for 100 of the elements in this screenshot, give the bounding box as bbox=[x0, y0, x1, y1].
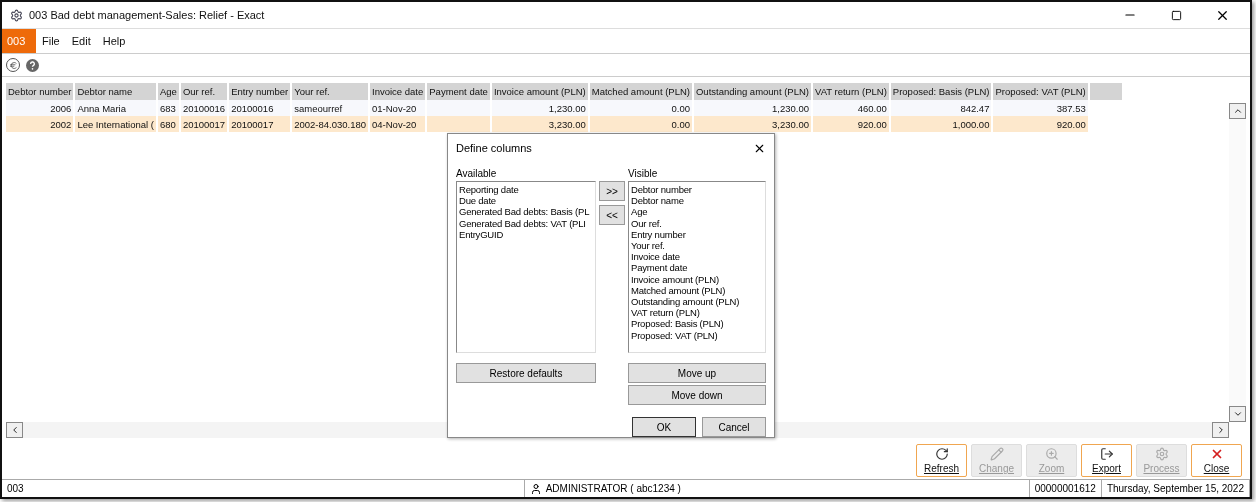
table-cell: 20100017 bbox=[229, 116, 291, 132]
table-cell: 920.00 bbox=[813, 116, 889, 132]
scroll-left-button[interactable] bbox=[6, 422, 23, 438]
scroll-right-button[interactable] bbox=[1212, 422, 1229, 438]
status-company: 003 bbox=[2, 480, 525, 497]
table-cell: 01-Nov-20 bbox=[370, 100, 426, 116]
refresh-button[interactable]: Refresh bbox=[916, 444, 967, 477]
list-item[interactable]: VAT return (PLN) bbox=[631, 307, 763, 319]
column-header[interactable]: Invoice amount (PLN) bbox=[491, 83, 588, 100]
list-item[interactable]: Proposed: VAT (PLN) bbox=[631, 329, 763, 341]
add-button[interactable]: >> bbox=[599, 181, 625, 201]
column-header[interactable]: VAT return (PLN) bbox=[813, 83, 889, 100]
restore-defaults-button[interactable]: Restore defaults bbox=[456, 363, 596, 383]
list-label: Visible bbox=[628, 168, 659, 179]
list-item[interactable]: Generated Bad debts: Basis (PL bbox=[459, 206, 593, 218]
table-cell: 20100016 bbox=[180, 100, 228, 116]
column-header[interactable]: Proposed: VAT (PLN) bbox=[993, 83, 1088, 100]
ok-button[interactable]: OK bbox=[632, 417, 696, 437]
gear-icon bbox=[10, 8, 23, 22]
move-down-button[interactable]: Move down bbox=[628, 385, 766, 405]
window-title: 003 Bad debt management-Sales: Relief - Exact bbox=[29, 9, 266, 21]
move-up-button[interactable]: Move up bbox=[628, 363, 766, 383]
table-cell: 1,230.00 bbox=[491, 100, 588, 116]
list-item[interactable]: Payment date bbox=[631, 262, 763, 274]
user-icon bbox=[529, 482, 542, 495]
refresh-icon bbox=[934, 447, 949, 461]
table-cell: 387.53 bbox=[993, 100, 1088, 116]
close-button[interactable]: Close bbox=[1191, 444, 1242, 477]
table-cell: 1,230.00 bbox=[694, 100, 811, 116]
scroll-down-button[interactable] bbox=[1229, 406, 1246, 422]
menu-item[interactable]: Edit bbox=[65, 29, 97, 53]
column-header[interactable]: Proposed: Basis (PLN) bbox=[890, 83, 992, 100]
table-cell bbox=[427, 100, 490, 116]
column-header[interactable]: Our ref. bbox=[180, 83, 228, 100]
maximize-icon bbox=[1170, 9, 1182, 21]
dialog-title: Define columns bbox=[456, 142, 532, 154]
table-cell: sameourref bbox=[292, 100, 369, 116]
table-row[interactable]: 2006 Anna Maria 683 20100016 20100016 sameourref 01-Nov-20 1,230.00 0.00 1,230.00 460.00 842.47 387.53 bbox=[6, 100, 1122, 116]
list-item[interactable]: Outstanding amount (PLN) bbox=[631, 296, 763, 308]
export-button[interactable]: Export bbox=[1081, 444, 1132, 477]
export-icon bbox=[1099, 447, 1114, 461]
remove-button[interactable]: << bbox=[599, 205, 625, 225]
table-cell: 1,000.00 bbox=[890, 116, 992, 132]
gear-icon bbox=[1154, 447, 1169, 461]
table-cell bbox=[427, 116, 490, 132]
list-item[interactable]: Age bbox=[631, 206, 763, 218]
table-cell: 680 bbox=[157, 116, 179, 132]
menu-item[interactable]: File bbox=[36, 29, 66, 53]
table-row[interactable]: 2002 Lee International ( 680 20100017 20100017 2002-84.030.180 04-Nov-20 3,230.00 0.00 3,230.00 920.00 1,000.00 920.00 bbox=[6, 116, 1122, 132]
column-header[interactable]: Debtor name bbox=[75, 83, 156, 100]
status-record: 00000001612 bbox=[1029, 480, 1102, 497]
table-cell: 2006 bbox=[6, 100, 74, 116]
column-header[interactable]: Payment date bbox=[427, 83, 490, 100]
scroll-up-button[interactable] bbox=[1229, 103, 1246, 119]
list-item[interactable]: Proposed: Basis (PLN) bbox=[631, 318, 763, 330]
list-item[interactable]: Invoice amount (PLN) bbox=[631, 273, 763, 285]
table-cell: Lee International ( bbox=[75, 116, 156, 132]
list-item[interactable]: Debtor name bbox=[631, 195, 763, 207]
table-cell: 0.00 bbox=[589, 100, 692, 116]
column-header[interactable]: Outstanding amount (PLN) bbox=[694, 83, 811, 100]
list-item[interactable]: EntryGUID bbox=[459, 228, 593, 240]
table-cell: 20100016 bbox=[229, 100, 291, 116]
status-user: ADMINISTRATOR ( abc1234 ) bbox=[545, 483, 681, 494]
status-date: Thursday, September 15, 2022 bbox=[1101, 480, 1250, 497]
company-badge: 003 bbox=[2, 29, 36, 53]
list-item[interactable]: Your ref. bbox=[631, 240, 763, 252]
table-cell: Anna Maria bbox=[75, 100, 156, 116]
list-item[interactable]: Matched amount (PLN) bbox=[631, 284, 763, 297]
column-header[interactable]: Age bbox=[157, 83, 179, 100]
cancel-button[interactable]: Cancel bbox=[702, 417, 766, 437]
list-item[interactable]: Entry number bbox=[631, 228, 763, 240]
table-cell: 3,230.00 bbox=[694, 116, 811, 132]
visible-list[interactable] bbox=[628, 181, 766, 353]
table-cell: 20100017 bbox=[180, 116, 228, 132]
column-header[interactable]: Debtor number bbox=[6, 83, 74, 100]
list-label: Available bbox=[456, 168, 498, 179]
pencil-icon bbox=[989, 447, 1004, 461]
column-header[interactable]: Matched amount (PLN) bbox=[589, 83, 692, 100]
table-cell: 0.00 bbox=[589, 116, 692, 132]
table-cell: 2002-84.030.180 bbox=[292, 116, 369, 132]
table-cell: 04-Nov-20 bbox=[370, 116, 426, 132]
table-cell: 460.00 bbox=[813, 100, 889, 116]
column-header[interactable]: Invoice date bbox=[370, 83, 426, 100]
list-item[interactable]: Debtor number bbox=[631, 184, 763, 196]
table-cell: 920.00 bbox=[993, 116, 1088, 132]
list-item[interactable]: Our ref. bbox=[631, 217, 763, 229]
zoom-in-icon bbox=[1044, 447, 1059, 461]
column-header[interactable]: Entry number bbox=[229, 83, 291, 100]
list-item[interactable]: Due date bbox=[459, 195, 593, 207]
available-list[interactable]: Reporting date Due date Generated Bad debts: Basis (PL Generated Bad debts: VAT (PLI EntryGUID bbox=[456, 181, 596, 353]
list-item[interactable]: Invoice date bbox=[631, 251, 763, 263]
list-item[interactable]: Reporting date bbox=[459, 184, 593, 196]
table-cell: 2002 bbox=[6, 116, 74, 132]
list-item[interactable]: Generated Bad debts: VAT (PLI bbox=[459, 217, 593, 229]
header-filler bbox=[1089, 83, 1122, 100]
column-header[interactable]: Your ref. bbox=[292, 83, 369, 100]
menu-item[interactable]: Help bbox=[96, 29, 132, 53]
table-cell: 842.47 bbox=[890, 100, 992, 116]
table-cell: 3,230.00 bbox=[491, 116, 588, 132]
help-icon[interactable] bbox=[26, 58, 39, 72]
